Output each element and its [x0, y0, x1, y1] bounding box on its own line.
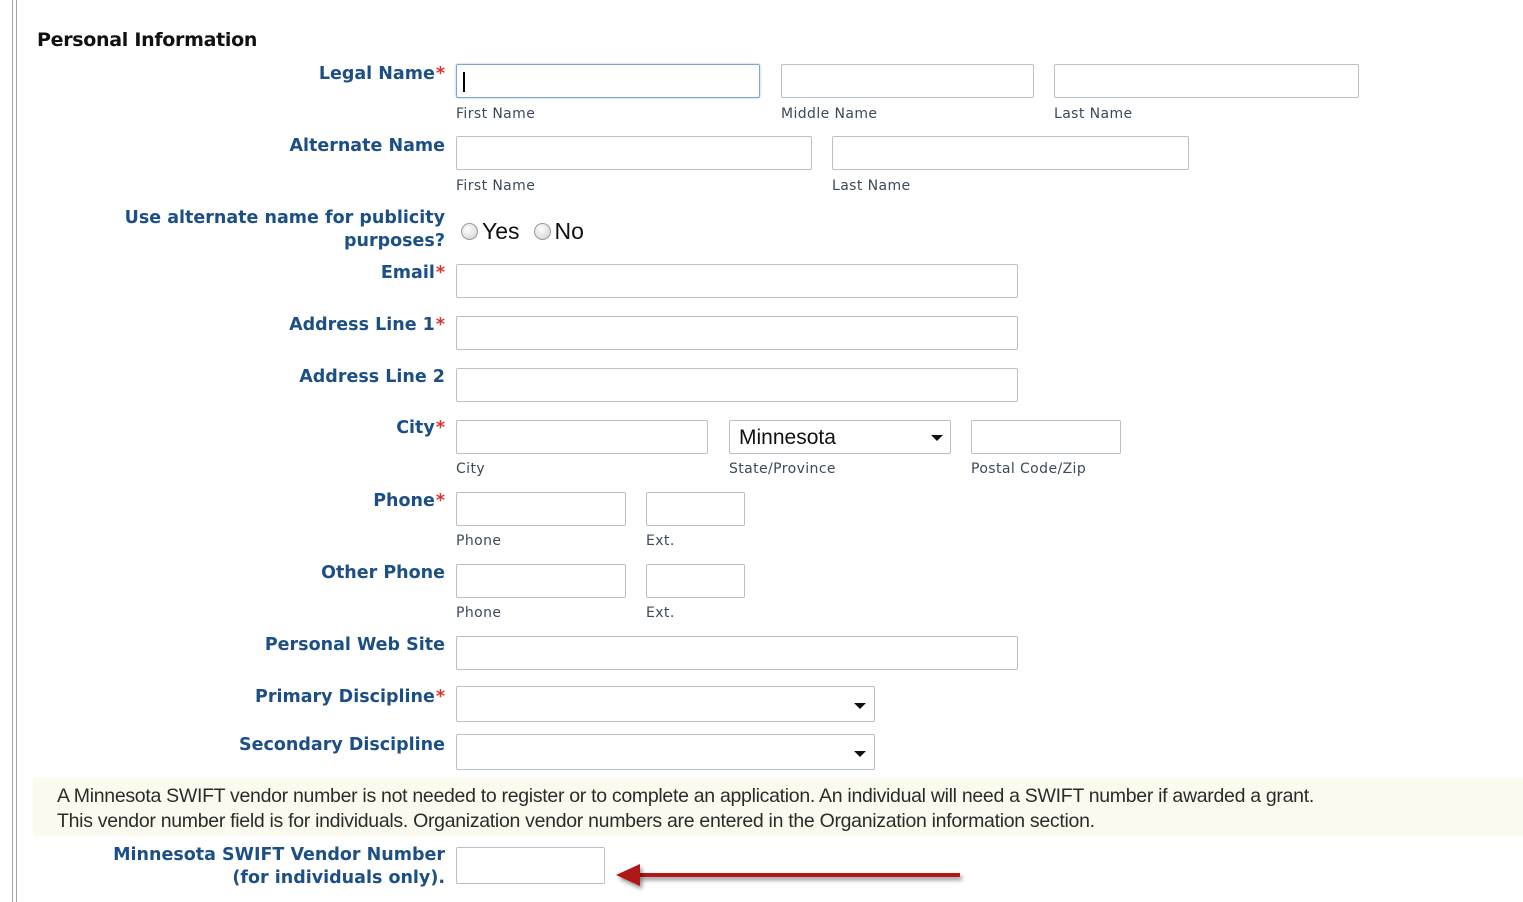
- required-marker: *: [435, 687, 445, 707]
- phone-ext-input[interactable]: [646, 492, 745, 526]
- address-line-2-input[interactable]: [456, 368, 1018, 402]
- chevron-down-icon: [854, 751, 866, 757]
- publicity-yes-radio[interactable]: [461, 223, 478, 240]
- legal-name-label: Legal Name*: [318, 64, 445, 84]
- swift-info-note: A Minnesota SWIFT vendor number is not n…: [33, 778, 1523, 836]
- required-marker: *: [435, 491, 445, 511]
- alternate-name-label: Alternate Name: [289, 136, 445, 156]
- other-phone-input[interactable]: [456, 564, 626, 598]
- alternate-first-name-sublabel: First Name: [456, 178, 536, 194]
- required-marker: *: [435, 418, 445, 438]
- publicity-label: Use alternate name for publicity purposes…: [124, 208, 445, 251]
- city-label: City*: [396, 418, 445, 438]
- publicity-no-label[interactable]: No: [555, 218, 584, 245]
- secondary-discipline-label: Secondary Discipline: [239, 735, 445, 755]
- middle-name-sublabel: Middle Name: [781, 106, 878, 122]
- other-phone-sublabel: Phone: [456, 605, 502, 621]
- alternate-first-name-input[interactable]: [456, 136, 812, 170]
- primary-discipline-select[interactable]: [456, 686, 875, 722]
- legal-first-name-input[interactable]: [456, 64, 760, 98]
- chevron-down-icon: [931, 435, 943, 441]
- publicity-no-radio[interactable]: [533, 223, 551, 240]
- left-border-lines: [12, 0, 17, 902]
- state-select[interactable]: Minnesota: [729, 420, 951, 454]
- phone-sublabel: Phone: [456, 533, 502, 549]
- city-sublabel: City: [456, 461, 486, 477]
- required-marker: *: [435, 263, 445, 283]
- alternate-last-name-input[interactable]: [832, 136, 1189, 170]
- phone-ext-sublabel: Ext.: [646, 533, 675, 549]
- state-sublabel: State/Province: [729, 461, 836, 477]
- phone-input[interactable]: [456, 492, 626, 526]
- phone-label: Phone*: [373, 491, 445, 511]
- website-label: Personal Web Site: [264, 635, 445, 655]
- text-caret: [463, 72, 465, 92]
- note-line-2: This vendor number field is for individu…: [57, 810, 1095, 832]
- note-line-1: A Minnesota SWIFT vendor number is not n…: [57, 785, 1314, 807]
- email-input[interactable]: [456, 264, 1018, 298]
- annotation-arrow-icon: [616, 864, 640, 886]
- postal-code-sublabel: Postal Code/Zip: [971, 461, 1087, 477]
- section-title: Personal Information: [37, 29, 258, 51]
- annotation-arrow-shaft: [638, 873, 960, 877]
- other-phone-ext-sublabel: Ext.: [646, 605, 675, 621]
- secondary-discipline-select[interactable]: [456, 734, 875, 770]
- other-phone-label: Other Phone: [321, 563, 445, 583]
- alternate-last-name-sublabel: Last Name: [832, 178, 911, 194]
- publicity-radio-group: Yes No: [461, 218, 584, 245]
- publicity-yes-label[interactable]: Yes: [482, 218, 520, 245]
- swift-vendor-number-input[interactable]: [456, 847, 605, 884]
- website-input[interactable]: [456, 636, 1018, 670]
- legal-last-name-input[interactable]: [1054, 64, 1359, 98]
- legal-middle-name-input[interactable]: [781, 64, 1034, 98]
- required-marker: *: [435, 315, 445, 335]
- address-line-2-label: Address Line 2: [299, 367, 445, 387]
- city-input[interactable]: [456, 420, 708, 454]
- other-phone-ext-input[interactable]: [646, 564, 745, 598]
- state-select-value: Minnesota: [739, 426, 836, 449]
- address-line-1-input[interactable]: [456, 316, 1018, 350]
- required-marker: *: [435, 64, 445, 84]
- email-label: Email*: [380, 263, 445, 283]
- chevron-down-icon: [854, 703, 866, 709]
- address-line-1-label: Address Line 1*: [289, 315, 445, 335]
- last-name-sublabel: Last Name: [1054, 106, 1133, 122]
- first-name-sublabel: First Name: [456, 106, 536, 122]
- swift-vendor-number-label: Minnesota SWIFT Vendor Number (for indivi…: [113, 845, 445, 888]
- postal-code-input[interactable]: [971, 420, 1121, 454]
- primary-discipline-label: Primary Discipline*: [255, 687, 445, 707]
